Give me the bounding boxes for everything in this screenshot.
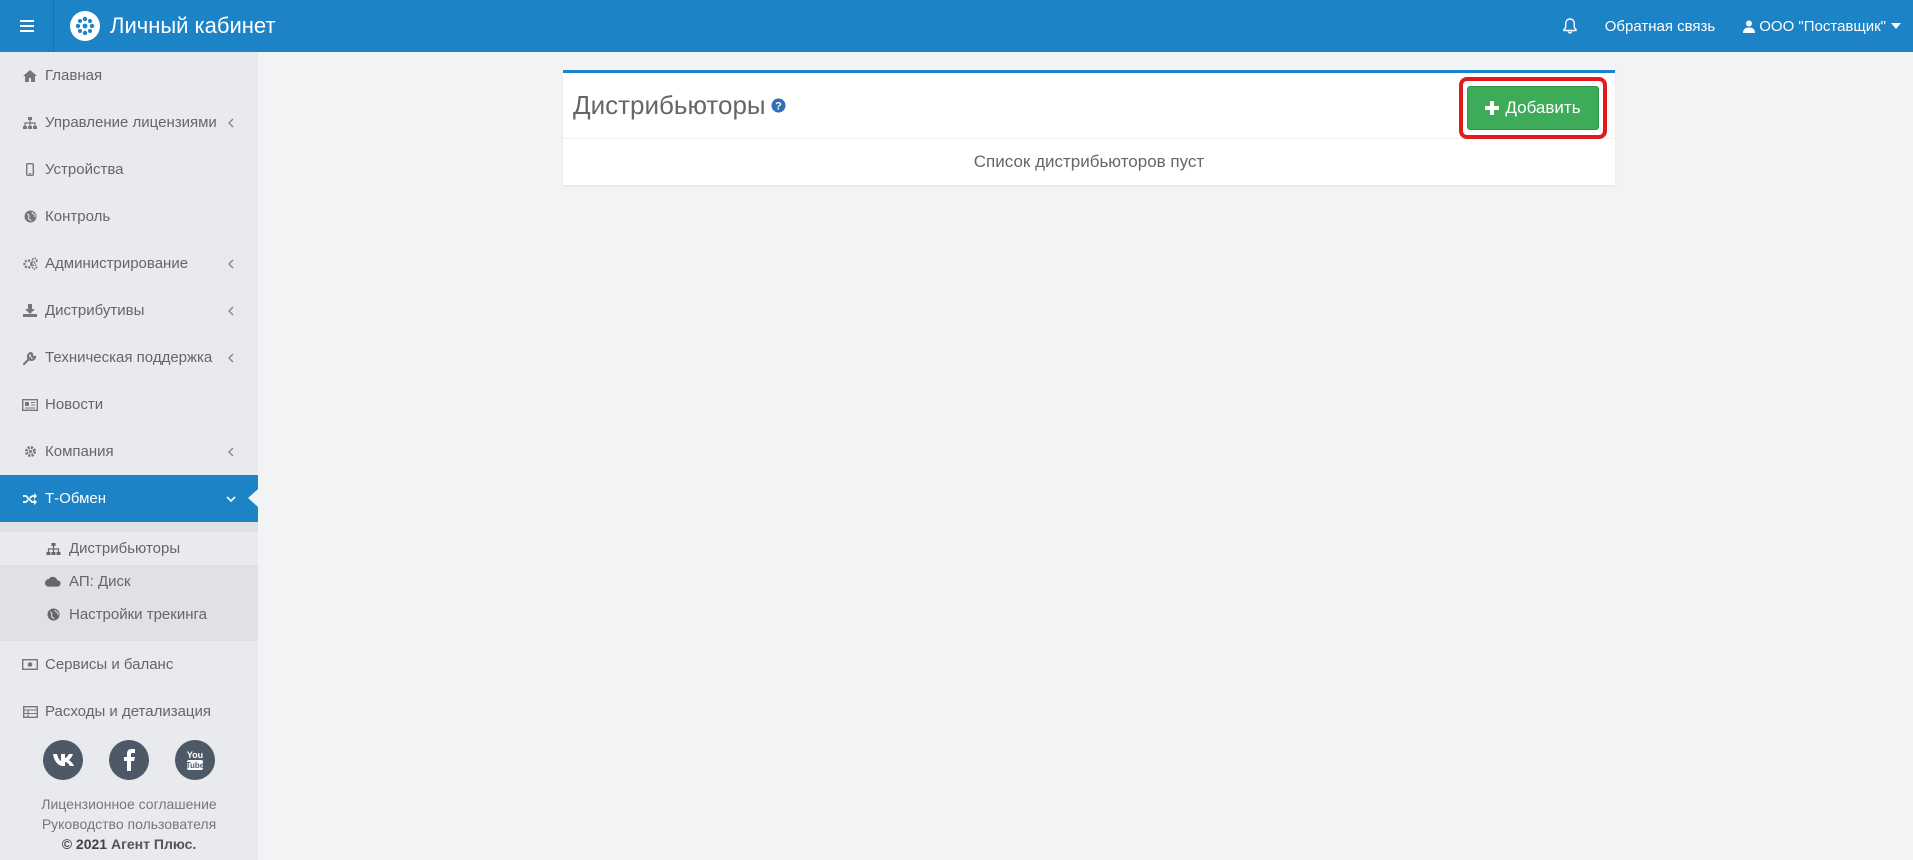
add-distributor-button[interactable]: Добавить [1467,86,1599,130]
chevron-left-icon [226,353,236,363]
home-icon [22,68,38,84]
hamburger-icon [19,20,34,32]
social-links: You Tube [0,740,258,780]
shuffle-icon [22,491,38,507]
sidebar-item-control[interactable]: Контроль [0,193,258,240]
wrench-icon [22,350,38,366]
youtube-icon[interactable]: You Tube [175,740,215,780]
sitemap-icon [45,541,61,557]
submenu-item-label: Настройки трекинга [69,606,207,623]
facebook-icon[interactable] [109,740,149,780]
sidebar-item-label: Администрирование [45,255,189,272]
chevron-down-icon [226,494,236,504]
distributors-panel: Дистрибьюторы ? Добавить Список дистрибь… [563,70,1615,185]
chevron-left-icon [226,447,236,457]
sidebar-item-distributions[interactable]: Дистрибутивы [0,287,258,334]
globe-icon [22,209,38,225]
top-bar: Личный кабинет Обратная связь ООО "Поста… [0,0,1913,52]
license-agreement-link[interactable]: Лицензионное соглашение [0,794,258,814]
sidebar-item-label: Сервисы и баланс [45,656,174,673]
logo-icon [70,11,100,41]
sidebar-item-label: Контроль [45,208,111,225]
company-link[interactable]: Агент Плюс. [111,836,196,852]
submenu-item-distributors[interactable]: Дистрибьюторы [0,532,258,565]
sidebar-item-company[interactable]: Компания [0,428,258,475]
user-icon [1743,20,1756,33]
sidebar-item-news[interactable]: Новости [0,381,258,428]
sidebar-item-services-balance[interactable]: Сервисы и баланс [0,641,258,688]
sidebar-item-label: Устройства [45,161,124,178]
feedback-link[interactable]: Обратная связь [1605,18,1716,35]
gears-icon [22,256,38,272]
submenu-item-tracking-settings[interactable]: Настройки трекинга [0,598,258,631]
sidebar-item-administration[interactable]: Администрирование [0,240,258,287]
sidebar-item-label: Расходы и детализация [45,703,212,720]
chevron-left-icon [226,306,236,316]
newspaper-icon [22,397,38,413]
sidebar-item-support[interactable]: Техническая поддержка [0,334,258,381]
menu-toggle-button[interactable] [0,0,54,52]
question-circle-icon[interactable]: ? [771,98,786,113]
svg-text:?: ? [775,101,782,113]
user-menu[interactable]: ООО "Поставщик" [1743,18,1901,35]
plus-icon [1485,101,1500,115]
empty-list-message: Список дистрибьюторов пуст [973,152,1205,171]
sidebar-item-label: Техническая поддержка [45,349,213,366]
mobile-icon [22,162,38,178]
money-icon [22,657,38,673]
submenu-item-ap-disk[interactable]: АП: Диск [0,565,258,598]
sidebar: Главная Управление лицензиями Устройства… [0,52,258,860]
caret-down-icon [1891,23,1901,29]
sidebar-item-t-exchange[interactable]: Т-Обмен [0,475,258,522]
submenu-item-label: АП: Диск [69,573,131,590]
submenu-item-label: Дистрибьюторы [69,540,181,557]
user-guide-link[interactable]: Руководство пользователя [0,814,258,834]
table-icon [22,704,38,720]
sidebar-item-label: Компания [45,443,114,460]
page-title: Дистрибьюторы [573,90,766,120]
sidebar-item-licenses[interactable]: Управление лицензиями [0,99,258,146]
sidebar-item-label: Дистрибутивы [45,302,145,319]
gear-icon [22,444,38,460]
copyright-year: © 2021 [61,836,108,852]
globe-icon [45,607,61,623]
sitemap-icon [22,115,38,131]
cloud-icon [45,574,61,590]
brand[interactable]: Личный кабинет [70,11,276,41]
sidebar-item-label: Т-Обмен [45,490,107,507]
chevron-left-icon [226,118,236,128]
vk-icon[interactable] [43,740,83,780]
bell-icon [1563,18,1577,34]
panel-header: Дистрибьюторы ? Добавить [563,73,1615,139]
notifications-button[interactable] [1563,18,1577,34]
chevron-left-icon [226,259,236,269]
app-title: Личный кабинет [110,13,276,38]
sidebar-item-devices[interactable]: Устройства [0,146,258,193]
sidebar-item-label: Новости [45,396,104,413]
t-exchange-submenu: Дистрибьюторы АП: Диск Настройки трекинг… [0,522,258,641]
user-name: ООО "Поставщик" [1759,17,1886,35]
add-button-label: Добавить [1505,98,1581,117]
sidebar-item-label: Управление лицензиями [45,114,217,131]
add-button-highlight: Добавить [1459,77,1607,139]
copyright: © 2021 Агент Плюс. [0,834,258,854]
sidebar-footer: You Tube Лицензионное соглашение Руководс… [0,740,258,854]
sidebar-item-expenses[interactable]: Расходы и детализация [0,688,258,735]
svg-text:You: You [187,750,203,760]
sidebar-item-home[interactable]: Главная [0,52,258,99]
download-icon [22,303,38,319]
sidebar-item-label: Главная [45,67,103,84]
top-right-menu: Обратная связь ООО "Поставщик" [1535,0,1913,52]
svg-text:Tube: Tube [186,761,205,770]
